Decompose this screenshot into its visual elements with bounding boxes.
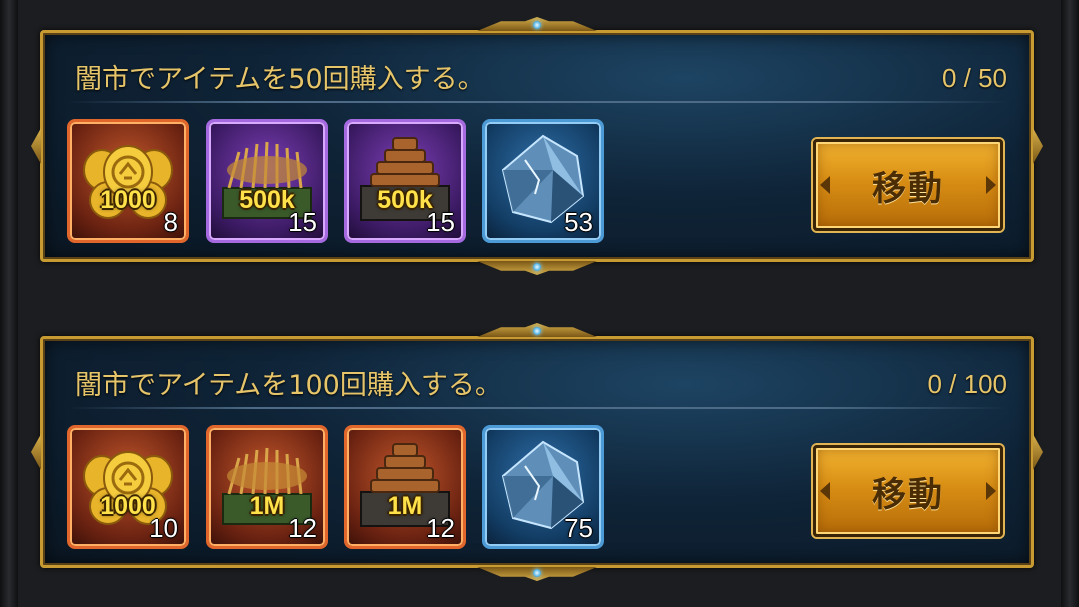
gem-ornament-icon xyxy=(533,569,541,577)
go-button[interactable]: 移動 xyxy=(813,139,1003,231)
background-pillar-right xyxy=(1061,0,1079,607)
reward-item-crystal[interactable]: 75 xyxy=(482,425,604,549)
title-divider xyxy=(67,407,1007,409)
panel-notch-left xyxy=(31,128,41,164)
title-divider xyxy=(67,101,1007,103)
reward-item-gold[interactable]: 1000 10 xyxy=(67,425,189,549)
gem-ornament-icon xyxy=(533,21,541,29)
quest-panel: 闇市でアイテムを50回購入する。 0 / 50 1000 8 500k 15 5… xyxy=(31,17,1043,262)
quest-progress: 0 / 50 xyxy=(941,63,1007,93)
reward-item-wood[interactable]: 1M 12 xyxy=(344,425,466,549)
reward-item-wood[interactable]: 500k 15 xyxy=(344,119,466,243)
reward-count: 12 xyxy=(426,513,455,543)
quest-progress: 0 / 100 xyxy=(927,369,1007,399)
reward-item-crystal[interactable]: 53 xyxy=(482,119,604,243)
quest-panel: 闇市でアイテムを100回購入する。 0 / 100 1000 10 1M 12 … xyxy=(31,323,1043,568)
reward-count: 53 xyxy=(564,207,593,237)
reward-item-food[interactable]: 1M 12 xyxy=(206,425,328,549)
reward-count: 8 xyxy=(163,207,178,237)
go-button-label: 移動 xyxy=(872,168,944,209)
go-button-label: 移動 xyxy=(872,474,944,515)
quest-title: 闇市でアイテムを100回購入する。 xyxy=(75,370,502,401)
gem-ornament-icon xyxy=(533,263,541,271)
reward-count: 15 xyxy=(288,207,317,237)
go-button[interactable]: 移動 xyxy=(813,445,1003,537)
quest-title: 闇市でアイテムを50回購入する。 xyxy=(75,64,485,95)
reward-item-gold[interactable]: 1000 8 xyxy=(67,119,189,243)
background-pillar-left xyxy=(0,0,18,607)
gem-ornament-icon xyxy=(533,327,541,335)
panel-notch-right xyxy=(1033,434,1043,470)
reward-count: 75 xyxy=(564,513,593,543)
panel-notch-right xyxy=(1033,128,1043,164)
reward-count: 10 xyxy=(149,513,178,543)
reward-count: 15 xyxy=(426,207,455,237)
reward-count: 12 xyxy=(288,513,317,543)
reward-item-food[interactable]: 500k 15 xyxy=(206,119,328,243)
panel-notch-left xyxy=(31,434,41,470)
